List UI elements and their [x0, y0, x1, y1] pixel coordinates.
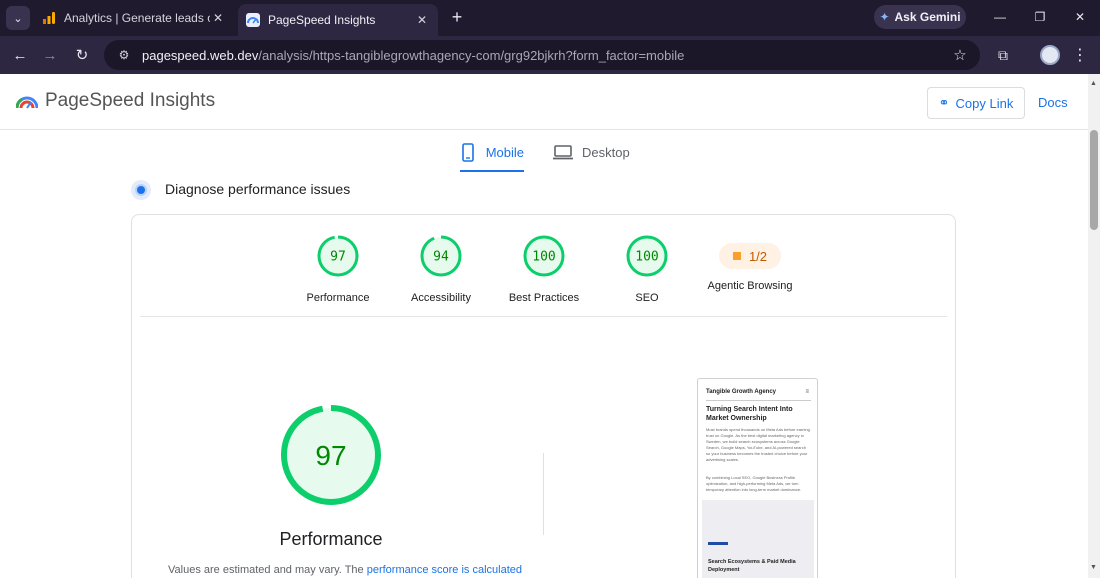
divider: [140, 316, 947, 317]
page-header: PageSpeed Insights ⚭ Copy Link Docs: [0, 74, 1088, 130]
gauge-performance: 97: [317, 235, 359, 277]
extensions-puzzle-icon[interactable]: ⧉: [992, 44, 1014, 66]
scroll-up-icon[interactable]: ▲: [1090, 80, 1097, 87]
gemini-sparkle-icon: ✦: [879, 10, 890, 24]
ask-gemini-button[interactable]: ✦ Ask Gemini: [874, 5, 966, 29]
performance-note: Values are estimated and may vary. The p…: [168, 564, 522, 576]
score-seo[interactable]: 100 SEO: [597, 235, 697, 304]
copy-link-label: Copy Link: [955, 95, 1014, 111]
preview-divider: [706, 400, 811, 401]
pagespeed-logo-icon[interactable]: [16, 91, 38, 113]
scroll-down-icon[interactable]: ▼: [1090, 564, 1097, 571]
gauge-seo: 100: [626, 235, 668, 277]
close-icon[interactable]: ✕: [414, 12, 430, 28]
preview-menu-icon: ≡: [805, 389, 809, 395]
laptop-icon: [553, 142, 573, 162]
score-performance[interactable]: 97 Performance: [288, 235, 388, 304]
forward-arrow-icon[interactable]: →: [38, 43, 62, 67]
restore-icon[interactable]: ❐: [1022, 5, 1058, 29]
minimize-icon[interactable]: —: [982, 5, 1018, 29]
preview-paragraph: Most brands spend thousands on Meta Ads …: [706, 427, 810, 462]
gauge-label: Accessibility: [411, 292, 471, 304]
gauge-score: 100: [635, 250, 658, 265]
gauge-score: 97: [330, 250, 346, 265]
browser-menu-icon[interactable]: ⋮: [1070, 44, 1090, 66]
preview-section-heading: Search Ecosystems & Paid Media Deploymen…: [708, 559, 796, 573]
tab-title: PageSpeed Insights: [268, 13, 376, 27]
gauge-accessibility: 94: [420, 235, 462, 277]
note-text: Values are estimated and may vary. The: [168, 564, 367, 576]
gauge-label: Best Practices: [508, 292, 580, 304]
preview-brand: Tangible Growth Agency: [706, 389, 777, 395]
url-host: pagespeed.web.dev: [142, 47, 259, 63]
gauge-label: Agentic Browsing: [707, 280, 793, 292]
score-accessibility[interactable]: 94 Accessibility: [391, 235, 491, 304]
gauge-label: Performance: [306, 292, 370, 304]
score-agentic-browsing[interactable]: 1/2 Agentic Browsing: [700, 235, 800, 292]
reload-icon[interactable]: ↻: [70, 43, 94, 67]
average-square-icon: [732, 252, 741, 260]
preview-heading: Turning Search Intent Into Market Owners…: [706, 406, 793, 422]
performance-score-link[interactable]: performance score is calculated: [367, 564, 522, 576]
ask-gemini-label: Ask Gemini: [894, 10, 961, 24]
performance-big-gauge: 97: [281, 405, 381, 505]
copy-link-button[interactable]: ⚭ Copy Link: [927, 87, 1025, 119]
page-screenshot-preview: Tangible Growth Agency ≡ Turning Search …: [697, 378, 818, 578]
close-icon[interactable]: ✕: [210, 10, 226, 26]
profile-avatar[interactable]: [1040, 45, 1060, 65]
agentic-score-value: 1/2: [748, 248, 768, 264]
report-card: 97 Performance 94 Accessibility 100 Best…: [131, 214, 956, 578]
new-tab-plus-icon[interactable]: +: [446, 6, 468, 28]
tab-pagespeed[interactable]: PageSpeed Insights ✕: [238, 4, 438, 36]
gauge-score: 94: [433, 250, 449, 265]
section-title: Diagnose performance issues: [165, 181, 351, 197]
gauge-label: SEO: [635, 292, 659, 304]
pagespeed-icon: [246, 13, 260, 27]
tab-desktop[interactable]: Desktop: [553, 142, 633, 172]
preview-paragraph: By combining Local SEO, Google Business …: [706, 475, 802, 492]
site-info-icon[interactable]: ⚙: [114, 45, 134, 65]
browser-toolbar: ← → ↻ ⚙ pagespeed.web.dev/analysis/https…: [0, 36, 1100, 74]
back-arrow-icon[interactable]: ←: [8, 43, 32, 67]
preview-accent-bar: [708, 542, 728, 545]
link-icon: ⚭: [938, 95, 950, 110]
window-close-icon[interactable]: ✕: [1062, 5, 1098, 29]
browser-tab-strip: ⌄ Analytics | Generate leads overv ✕ Pag…: [0, 0, 1100, 36]
page-title: PageSpeed Insights: [45, 90, 216, 111]
url-text: pagespeed.web.dev/analysis/https-tangibl…: [142, 48, 684, 63]
smartphone-icon: [460, 142, 477, 162]
performance-title: Performance: [279, 529, 383, 549]
scrollbar-thumb[interactable]: [1090, 130, 1098, 230]
score-best-practices[interactable]: 100 Best Practices: [494, 235, 594, 304]
docs-link[interactable]: Docs: [1038, 95, 1068, 110]
tab-search-chevron-icon[interactable]: ⌄: [6, 6, 30, 30]
tab-mobile[interactable]: Mobile: [460, 142, 524, 172]
tab-mobile-label: Mobile: [485, 145, 524, 160]
vertical-divider: [543, 453, 544, 535]
url-path: /analysis/https-tangiblegrowthagency-com…: [258, 47, 685, 63]
tab-analytics[interactable]: Analytics | Generate leads overv ✕: [34, 5, 234, 31]
gauge-best-practices: 100: [523, 235, 565, 277]
gauge-score: 100: [532, 250, 555, 265]
analytics-icon: [43, 12, 55, 24]
agentic-score-badge: 1/2: [719, 243, 781, 269]
bookmark-star-icon[interactable]: ☆: [950, 45, 970, 65]
address-bar[interactable]: ⚙ pagespeed.web.dev/analysis/https-tangi…: [104, 40, 980, 70]
tab-title: Analytics | Generate leads overv: [64, 11, 210, 25]
performance-big-score: 97: [315, 440, 346, 471]
page-scrollbar[interactable]: ▲ ▼: [1088, 74, 1100, 578]
diagnose-icon: [131, 180, 151, 200]
tab-desktop-label: Desktop: [582, 145, 630, 160]
